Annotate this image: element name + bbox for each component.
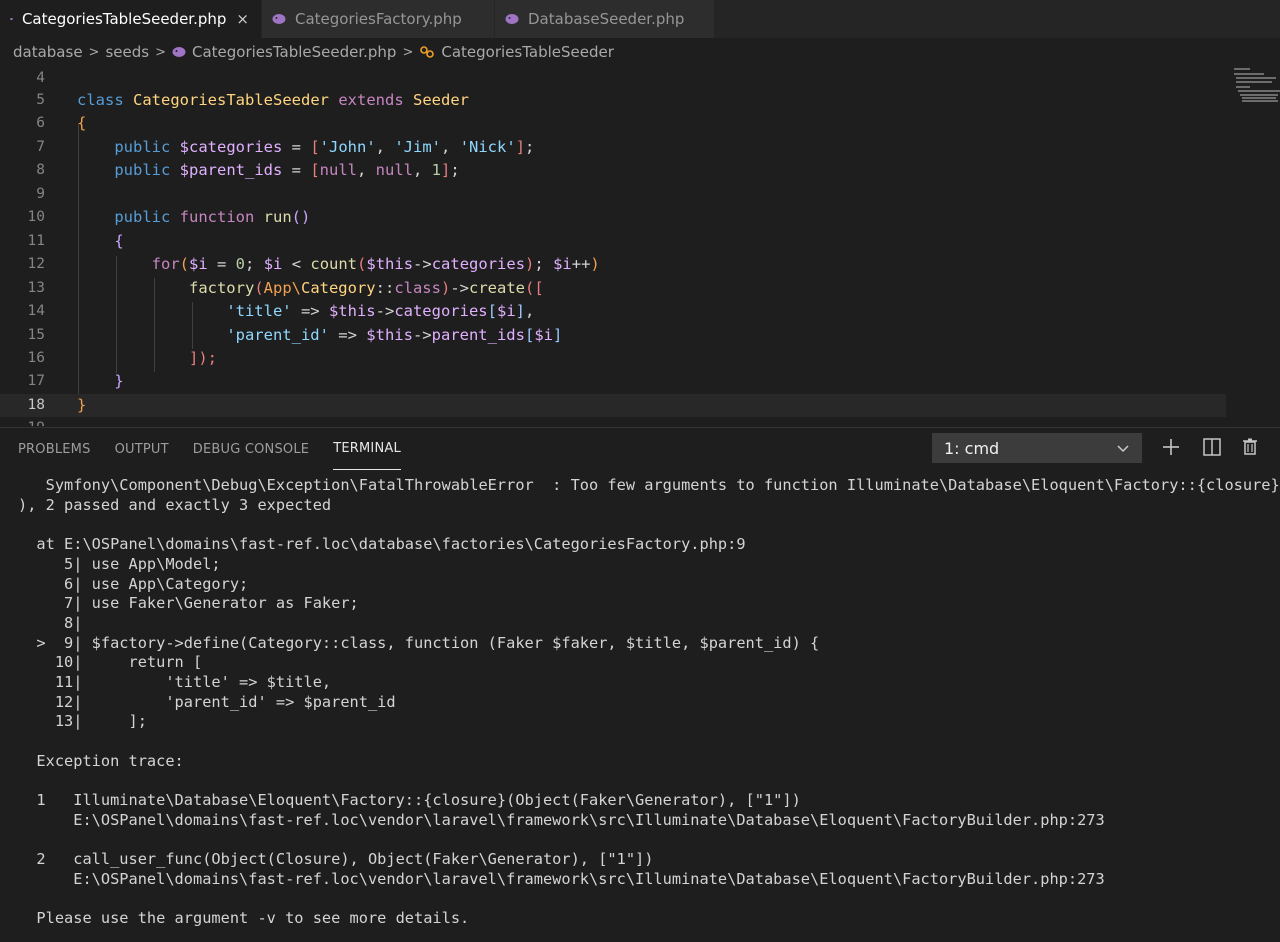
- code-line: 8 public $parent_ids = [null, null, 1];: [0, 159, 1226, 182]
- tab-problems[interactable]: PROBLEMS: [18, 428, 91, 470]
- code-line: 6{: [0, 112, 1226, 135]
- tab-debug-console[interactable]: DEBUG CONSOLE: [193, 428, 309, 470]
- terminal-output[interactable]: Symfony\Component\Debug\Exception\FatalT…: [18, 475, 1268, 935]
- code-line: 16 ]);: [0, 347, 1226, 370]
- tab-categories-factory[interactable]: CategoriesFactory.php: [262, 0, 495, 38]
- tab-categories-table-seeder[interactable]: CategoriesTableSeeder.php ×: [0, 0, 262, 38]
- terminal-line: E:\OSPanel\domains\fast-ref.loc\vendor\l…: [18, 869, 1105, 889]
- code-line: 10 public function run(): [0, 206, 1226, 229]
- terminal-line: 7| use Faker\Generator as Faker;: [18, 593, 359, 613]
- breadcrumb-item-class[interactable]: CategoriesTableSeeder: [441, 43, 614, 61]
- breadcrumb-item-seeds[interactable]: seeds: [105, 43, 149, 61]
- breadcrumb: database > seeds > CategoriesTableSeeder…: [0, 38, 1280, 66]
- terminal-select[interactable]: 1: cmd: [932, 433, 1142, 463]
- code-line: 13 factory(App\Category::class)->create(…: [0, 277, 1226, 300]
- php-elephant-icon: [505, 12, 519, 26]
- close-icon[interactable]: ×: [236, 10, 249, 28]
- panel-tabs: PROBLEMS OUTPUT DEBUG CONSOLE TERMINAL: [0, 428, 425, 470]
- terminal-line: Exception trace:: [18, 751, 184, 771]
- tab-terminal[interactable]: TERMINAL: [333, 428, 401, 470]
- trash-icon[interactable]: [1239, 436, 1261, 458]
- terminal-line: 12| 'parent_id' => $parent_id: [18, 692, 396, 712]
- code-line: 12 for($i = 0; $i < count($this->categor…: [0, 253, 1226, 276]
- terminal-line: 1 Illuminate\Database\Eloquent\Factory::…: [18, 790, 801, 810]
- terminal-line: 2 call_user_func(Object(Closure), Object…: [18, 849, 653, 869]
- code-line: 15 'parent_id' => $this->parent_ids[$i]: [0, 324, 1226, 347]
- code-line: 11 {: [0, 230, 1226, 253]
- terminal-line: > 9| $factory->define(Category::class, f…: [18, 633, 819, 653]
- terminal-line: 6| use App\Category;: [18, 574, 248, 594]
- minimap[interactable]: [1232, 66, 1280, 106]
- terminal-line: Please use the argument -v to see more d…: [18, 908, 469, 928]
- php-elephant-icon: [10, 12, 13, 26]
- class-symbol-icon: [419, 44, 435, 60]
- tab-label: DatabaseSeeder.php: [528, 10, 684, 28]
- terminal-line: 8|: [18, 613, 82, 633]
- tab-output[interactable]: OUTPUT: [115, 428, 169, 470]
- terminal-line: at E:\OSPanel\domains\fast-ref.loc\datab…: [18, 534, 746, 554]
- breadcrumb-item-file[interactable]: CategoriesTableSeeder.php: [192, 43, 396, 61]
- terminal-select-value: 1: cmd: [944, 439, 999, 458]
- code-line: 9: [0, 183, 1226, 206]
- code-line: 5class CategoriesTableSeeder extends See…: [0, 89, 1226, 112]
- breadcrumb-item-database[interactable]: database: [13, 43, 83, 61]
- php-elephant-icon: [272, 12, 286, 26]
- terminal-line: ), 2 passed and exactly 3 expected: [18, 495, 331, 515]
- code-line: 14 'title' => $this->categories[$i],: [0, 300, 1226, 323]
- code-line: 17 }: [0, 370, 1226, 393]
- chevron-right-icon: >: [89, 45, 100, 60]
- plus-icon[interactable]: [1160, 436, 1182, 458]
- php-elephant-icon: [172, 45, 186, 59]
- code-line: 4: [0, 67, 1226, 90]
- terminal-line: Symfony\Component\Debug\Exception\FatalT…: [18, 475, 1280, 495]
- tab-database-seeder[interactable]: DatabaseSeeder.php: [495, 0, 715, 38]
- terminal-line: 13| ];: [18, 711, 147, 731]
- chevron-right-icon: >: [402, 45, 413, 60]
- chevron-down-icon: [1116, 441, 1130, 455]
- terminal-line: 5| use App\Model;: [18, 554, 221, 574]
- terminal-line: 10| return [: [18, 652, 202, 672]
- terminal-line: E:\OSPanel\domains\fast-ref.loc\vendor\l…: [18, 810, 1105, 830]
- tab-label: CategoriesFactory.php: [295, 10, 462, 28]
- code-editor[interactable]: 4 5class CategoriesTableSeeder extends S…: [0, 66, 1280, 426]
- editor-tabs: CategoriesTableSeeder.php × CategoriesFa…: [0, 0, 1280, 38]
- chevron-right-icon: >: [155, 45, 166, 60]
- code-line-current: 18}: [0, 394, 1226, 417]
- code-line: 7 public $categories = ['John', 'Jim', '…: [0, 136, 1226, 159]
- tab-label: CategoriesTableSeeder.php: [22, 10, 226, 28]
- code-line: 19: [0, 417, 1226, 426]
- terminal-line: 11| 'title' => $title,: [18, 672, 331, 692]
- split-icon[interactable]: [1201, 436, 1223, 458]
